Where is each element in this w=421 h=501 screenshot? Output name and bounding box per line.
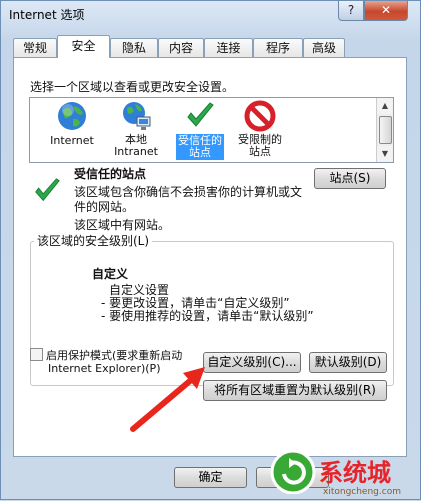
tab-advanced[interactable]: 高级 (303, 38, 345, 57)
help-button[interactable]: ? (338, 1, 364, 21)
security-panel: 选择一个区域以查看或更改安全设置。 Internet 本地 Intranet 受… (13, 57, 407, 457)
watermark-text: 系统城 (319, 459, 391, 487)
default-level-button[interactable]: 默认级别(D) (309, 352, 387, 373)
close-button[interactable]: ✕ (364, 1, 408, 21)
scroll-up-icon[interactable]: ▲ (377, 98, 393, 114)
protected-mode-checkbox[interactable]: 启用保护模式(要求重新启动 Internet Explorer)(P) (30, 348, 182, 375)
security-level-name: 自定义 (92, 267, 129, 281)
zone-instruction: 选择一个区域以查看或更改安全设置。 (30, 80, 235, 94)
globe-computer-icon (123, 102, 151, 130)
internet-options-dialog: Internet 选项 ? ✕ 常规 安全 隐私 内容 连接 程序 高级 选择一… (0, 0, 421, 500)
tab-programs[interactable]: 程序 (253, 38, 303, 57)
scroll-thumb[interactable] (379, 116, 392, 144)
zone-label-line2: 站点 (249, 145, 271, 158)
tab-privacy[interactable]: 隐私 (110, 38, 158, 57)
checkbox-box[interactable] (30, 348, 43, 361)
green-check-icon (35, 178, 60, 202)
selected-zone-title: 受信任的站点 (74, 167, 147, 181)
zone-list: Internet 本地 Intranet 受信任的 站点 受限制的 站点 ▲ ▼ (29, 97, 394, 163)
tab-general[interactable]: 常规 (13, 38, 57, 57)
security-level-description: 自定义设置 - 要更改设置，请单击“自定义级别” - 要使用推荐的设置，请单击“… (101, 283, 314, 323)
zone-restricted-sites[interactable]: 受限制的 站点 (228, 100, 292, 158)
zone-label: 受信任的 站点 (176, 134, 224, 160)
restricted-icon (244, 100, 276, 132)
ok-button[interactable]: 确定 (174, 467, 247, 488)
watermark-url: xitongcheng.com (323, 487, 401, 497)
selected-zone-note: 该区域中有网站。 (74, 218, 171, 232)
zone-label-line2: Intranet (114, 145, 158, 158)
sites-button[interactable]: 站点(S) (314, 168, 386, 189)
tab-connections[interactable]: 连接 (204, 38, 253, 57)
zone-internet[interactable]: Internet (40, 100, 104, 148)
zone-local-intranet[interactable]: 本地 Intranet (104, 100, 168, 158)
globe-icon (58, 102, 86, 130)
zone-trusted-sites[interactable]: 受信任的 站点 (168, 100, 232, 160)
tab-security[interactable]: 安全 (57, 35, 110, 58)
reset-all-zones-button[interactable]: 将所有区域重置为默认级别(R) (203, 380, 387, 401)
selected-zone-description: 该区域包含你确信不会损害你的计算机或文 件的网站。 (74, 185, 303, 214)
window-title: Internet 选项 (9, 8, 85, 22)
custom-level-button[interactable]: 自定义级别(C)... (203, 352, 301, 373)
zone-label: Internet (50, 134, 94, 147)
tab-content[interactable]: 内容 (158, 38, 204, 57)
zone-scrollbar[interactable]: ▲ ▼ (376, 98, 393, 162)
security-level-legend: 该区域的安全级别(L) (34, 232, 153, 249)
green-check-icon (187, 102, 214, 127)
scroll-down-icon[interactable]: ▼ (377, 146, 393, 162)
